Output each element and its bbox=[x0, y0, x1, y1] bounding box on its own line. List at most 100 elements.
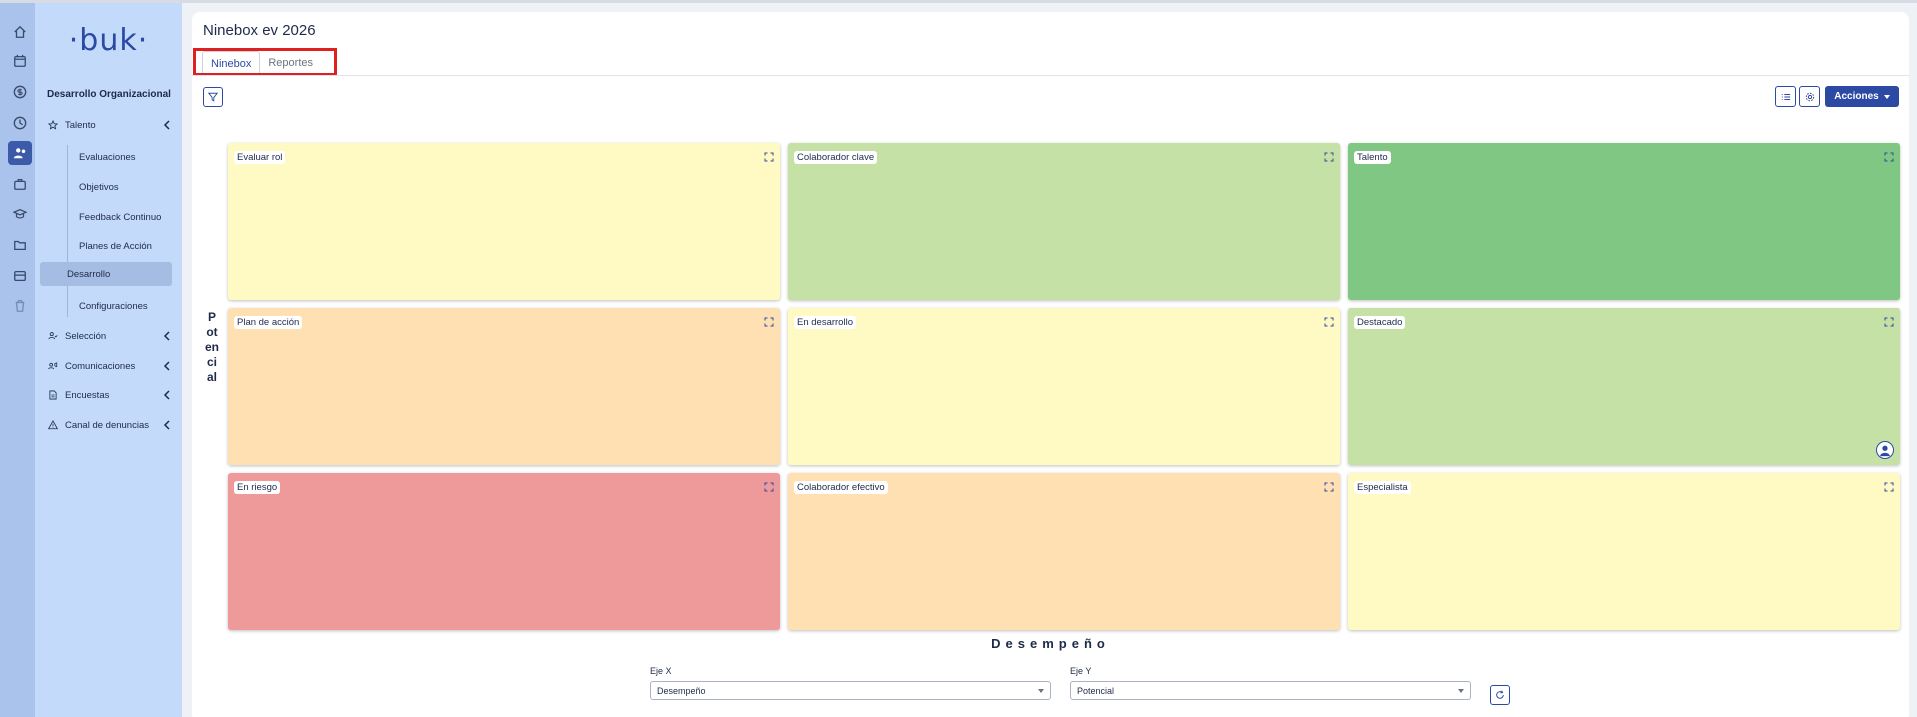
sidebar-subitem-evaluaciones[interactable]: Evaluaciones bbox=[67, 145, 175, 169]
submenu-line bbox=[67, 145, 68, 317]
expand-icon[interactable] bbox=[1884, 482, 1894, 492]
expand-icon[interactable] bbox=[764, 152, 774, 162]
ninebox-cell-plan-de-accion[interactable]: Plan de acción bbox=[228, 308, 780, 465]
sidebar-subitem-feedback[interactable]: Feedback Continuo bbox=[67, 205, 175, 229]
ninebox-cell-en-desarrollo[interactable]: En desarrollo bbox=[788, 308, 1340, 465]
warning-icon bbox=[47, 419, 59, 431]
cell-label: Evaluar rol bbox=[234, 151, 286, 164]
buk-logo: ·buk· bbox=[68, 23, 149, 58]
ninebox-cell-colaborador-efectivo[interactable]: Colaborador efectivo bbox=[788, 473, 1340, 630]
calendar-icon[interactable] bbox=[8, 49, 32, 73]
ninebox-cell-en-riesgo[interactable]: En riesgo bbox=[228, 473, 780, 630]
actions-button[interactable]: Acciones bbox=[1825, 86, 1899, 107]
ninebox-cell-evaluar-rol[interactable]: Evaluar rol bbox=[228, 143, 780, 300]
sidebar-item-talento[interactable]: Talento bbox=[35, 112, 182, 138]
sidebar-subitem-desarrollo[interactable]: Desarrollo bbox=[40, 262, 172, 286]
chevron-left-icon bbox=[163, 120, 170, 130]
expand-icon[interactable] bbox=[1324, 482, 1334, 492]
sidebar-subitem-configuraciones[interactable]: Configuraciones bbox=[67, 294, 175, 318]
expand-icon[interactable] bbox=[764, 317, 774, 327]
sidebar-item-label: Comunicaciones bbox=[65, 360, 136, 372]
sidebar-subitem-label: Evaluaciones bbox=[79, 151, 136, 163]
chevron-left-icon bbox=[163, 390, 170, 400]
list-view-button[interactable] bbox=[1775, 86, 1796, 107]
sidebar-item-label: Talento bbox=[65, 119, 96, 131]
filter-icon bbox=[208, 92, 218, 102]
home-icon[interactable] bbox=[8, 20, 32, 44]
trash-icon bbox=[8, 294, 32, 318]
chevron-left-icon bbox=[163, 361, 170, 371]
ninebox-cell-especialista[interactable]: Especialista bbox=[1348, 473, 1900, 630]
expand-icon[interactable] bbox=[1324, 152, 1334, 162]
sidebar-section-title: Desarrollo Organizacional bbox=[47, 89, 171, 100]
x-axis-select-value: Desempeño bbox=[657, 685, 706, 696]
refresh-icon bbox=[1496, 690, 1504, 699]
sidebar-item-encuestas[interactable]: Encuestas bbox=[35, 382, 182, 408]
main-card: Ninebox ev 2026 Ninebox Reportes Accione… bbox=[192, 12, 1909, 717]
graduation-icon[interactable] bbox=[8, 202, 32, 226]
sidebar-item-label: Canal de denuncias bbox=[65, 419, 149, 431]
cell-label: Destacado bbox=[1354, 316, 1406, 329]
star-icon bbox=[47, 119, 59, 131]
sidebar-item-seleccion[interactable]: Selección bbox=[35, 323, 182, 349]
chevron-left-icon bbox=[163, 420, 170, 430]
user-check-icon bbox=[47, 330, 59, 342]
y-axis-select-value: Potencial bbox=[1077, 685, 1115, 696]
x-axis-label: Desempeño bbox=[991, 636, 1110, 651]
sidebar: ·buk· Desarrollo Organizacional Talento … bbox=[35, 3, 182, 717]
tab-divider bbox=[192, 75, 1909, 76]
icon-rail bbox=[0, 3, 35, 717]
ninebox-cell-destacado[interactable]: Destacado bbox=[1348, 308, 1900, 465]
expand-icon[interactable] bbox=[1884, 317, 1894, 327]
cell-label: En desarrollo bbox=[794, 316, 856, 329]
sidebar-subitem-label: Desarrollo bbox=[67, 268, 111, 280]
top-border bbox=[0, 0, 1917, 3]
person-icon bbox=[1880, 445, 1890, 457]
page-title: Ninebox ev 2026 bbox=[203, 22, 316, 39]
employee-avatar[interactable] bbox=[1876, 441, 1894, 459]
settings-button[interactable] bbox=[1799, 86, 1820, 107]
cell-label: Colaborador clave bbox=[794, 151, 878, 164]
tab-bar: Ninebox Reportes bbox=[202, 51, 321, 75]
dollar-icon[interactable] bbox=[8, 80, 32, 104]
sidebar-subitem-label: Objetivos bbox=[79, 181, 119, 193]
caret-down-icon bbox=[1883, 94, 1890, 99]
expand-icon[interactable] bbox=[1884, 152, 1894, 162]
sidebar-item-label: Selección bbox=[65, 330, 107, 342]
document-icon bbox=[47, 389, 59, 401]
sidebar-item-denuncias[interactable]: Canal de denuncias bbox=[35, 412, 182, 438]
refresh-button[interactable] bbox=[1490, 685, 1510, 705]
megaphone-icon bbox=[47, 360, 59, 372]
tab-ninebox[interactable]: Ninebox bbox=[202, 51, 261, 75]
sidebar-subitem-label: Configuraciones bbox=[79, 300, 148, 312]
expand-icon[interactable] bbox=[764, 482, 774, 492]
cell-label: Especialista bbox=[1354, 481, 1411, 494]
sidebar-item-label: Encuestas bbox=[65, 389, 110, 401]
briefcase-icon[interactable] bbox=[8, 172, 32, 196]
filter-button[interactable] bbox=[203, 87, 223, 107]
expand-icon[interactable] bbox=[1324, 317, 1334, 327]
sidebar-subitem-label: Planes de Acción bbox=[79, 240, 152, 252]
sidebar-subitem-label: Feedback Continuo bbox=[79, 211, 162, 223]
y-axis-select[interactable]: Potencial bbox=[1070, 681, 1471, 700]
x-axis-select[interactable]: Desempeño bbox=[650, 681, 1051, 700]
dropdown-arrow-icon bbox=[1038, 689, 1044, 693]
folder-icon[interactable] bbox=[8, 233, 32, 257]
gear-icon bbox=[1805, 92, 1814, 101]
ninebox-cell-talento[interactable]: Talento bbox=[1348, 143, 1900, 300]
cell-label: Talento bbox=[1354, 151, 1391, 164]
ninebox-cell-colaborador-clave[interactable]: Colaborador clave bbox=[788, 143, 1340, 300]
people-icon[interactable] bbox=[8, 141, 32, 165]
x-axis-field-label: Eje X bbox=[650, 666, 672, 676]
sidebar-subitem-objetivos[interactable]: Objetivos bbox=[67, 175, 175, 199]
clock-icon[interactable] bbox=[8, 111, 32, 135]
y-axis-field-label: Eje Y bbox=[1070, 666, 1092, 676]
dropdown-arrow-icon bbox=[1458, 689, 1464, 693]
sidebar-item-comunicaciones[interactable]: Comunicaciones bbox=[35, 353, 182, 379]
cell-label: Colaborador efectivo bbox=[794, 481, 888, 494]
card-icon[interactable] bbox=[8, 264, 32, 288]
tab-reportes[interactable]: Reportes bbox=[260, 51, 321, 75]
cell-label: En riesgo bbox=[234, 481, 281, 494]
sidebar-subitem-planes[interactable]: Planes de Acción bbox=[67, 234, 175, 258]
list-icon bbox=[1781, 93, 1790, 100]
